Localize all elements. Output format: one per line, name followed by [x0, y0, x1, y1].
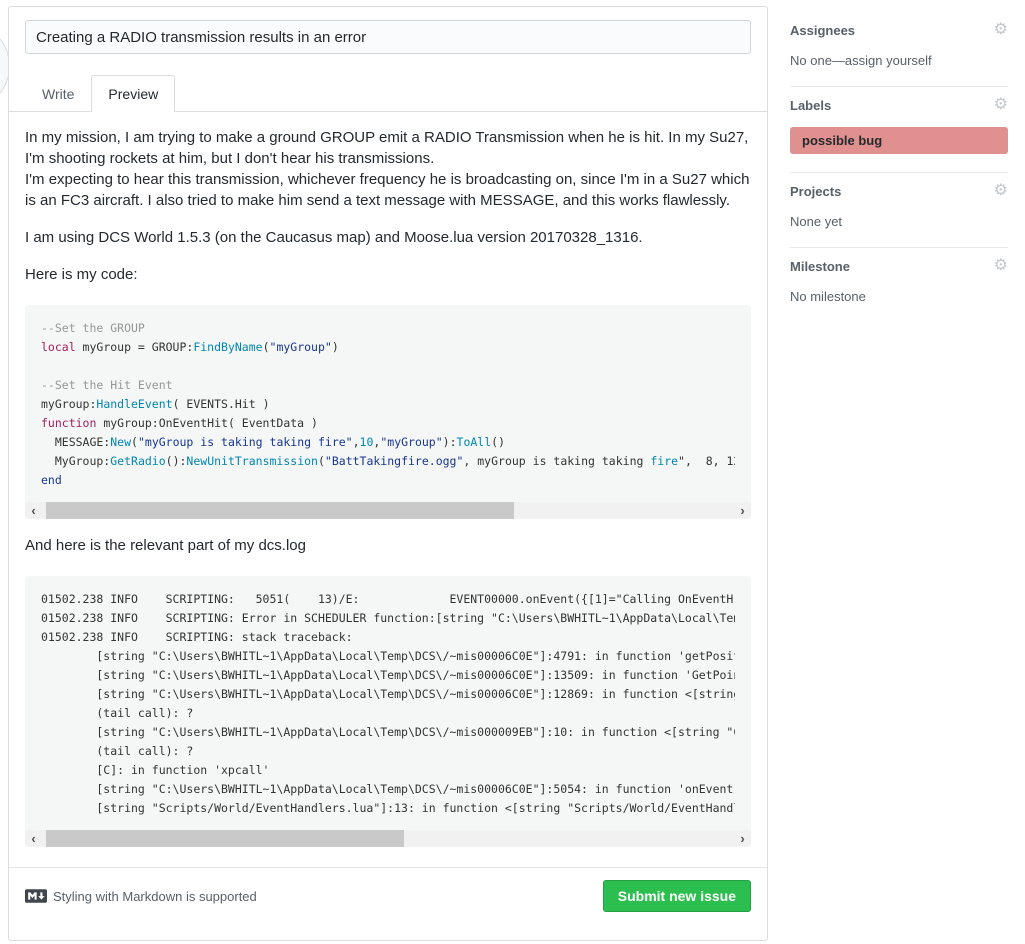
sidebar-section-milestone: Milestone ⚙ No milestone [790, 248, 1008, 322]
issue-sidebar: Assignees ⚙ No one—assign yourself Label… [790, 12, 1008, 322]
body-paragraph-3: Here is my code: [25, 264, 751, 285]
gear-icon[interactable]: ⚙ [994, 22, 1008, 38]
tab-write[interactable]: Write [25, 75, 91, 112]
markdown-icon [25, 889, 47, 903]
sidebar-section-assignees: Assignees ⚙ No one—assign yourself [790, 12, 1008, 87]
markdown-supported-link[interactable]: Styling with Markdown is supported [25, 889, 257, 904]
scroll-right-icon[interactable]: › [734, 502, 751, 519]
sidebar-section-labels: Labels ⚙ possible bug [790, 87, 1008, 173]
projects-heading: Projects [790, 184, 841, 199]
log-scrollbar-thumb[interactable] [46, 830, 404, 847]
write-preview-tab-nav: Write Preview [9, 71, 767, 112]
code-block: --Set the GROUPlocal myGroup = GROUP:Fin… [25, 305, 751, 519]
projects-value: None yet [790, 214, 1008, 229]
body-paragraph-2: I am using DCS World 1.5.3 (on the Cauca… [25, 227, 751, 248]
scroll-left-icon[interactable]: ‹ [25, 830, 42, 847]
log-block: 01502.238 INFO SCRIPTING: 5051( 13)/E: E… [25, 576, 751, 847]
body-paragraph-4: And here is the relevant part of my dcs.… [25, 535, 751, 556]
assignees-heading: Assignees [790, 23, 855, 38]
label-chip[interactable]: possible bug [790, 127, 1008, 154]
scroll-right-icon[interactable]: › [734, 830, 751, 847]
tab-preview[interactable]: Preview [91, 75, 175, 112]
scroll-left-icon[interactable]: ‹ [25, 502, 42, 519]
issue-title-input[interactable] [25, 20, 751, 54]
log-block-content: 01502.238 INFO SCRIPTING: 5051( 13)/E: E… [41, 590, 735, 818]
labels-heading: Labels [790, 98, 831, 113]
log-horizontal-scrollbar[interactable]: ‹ › [25, 830, 751, 847]
gear-icon[interactable]: ⚙ [994, 183, 1008, 199]
sidebar-section-projects: Projects ⚙ None yet [790, 173, 1008, 248]
assignees-value[interactable]: No one—assign yourself [790, 53, 1008, 68]
code-block-content: --Set the GROUPlocal myGroup = GROUP:Fin… [41, 319, 735, 490]
code-scrollbar-track[interactable] [42, 502, 734, 519]
milestone-heading: Milestone [790, 259, 850, 274]
markdown-note-text: Styling with Markdown is supported [53, 889, 257, 904]
code-horizontal-scrollbar[interactable]: ‹ › [25, 502, 751, 519]
form-actions: Styling with Markdown is supported Submi… [9, 867, 767, 924]
gear-icon[interactable]: ⚙ [994, 258, 1008, 274]
preview-pane: In my mission, I am trying to make a gro… [25, 112, 751, 847]
new-issue-form: Write Preview In my mission, I am trying… [8, 6, 768, 941]
body-paragraph-1: In my mission, I am trying to make a gro… [25, 127, 751, 211]
log-scrollbar-track[interactable] [42, 830, 734, 847]
submit-new-issue-button[interactable]: Submit new issue [603, 880, 751, 912]
milestone-value: No milestone [790, 289, 1008, 304]
code-scrollbar-thumb[interactable] [46, 502, 514, 519]
gear-icon[interactable]: ⚙ [994, 97, 1008, 113]
